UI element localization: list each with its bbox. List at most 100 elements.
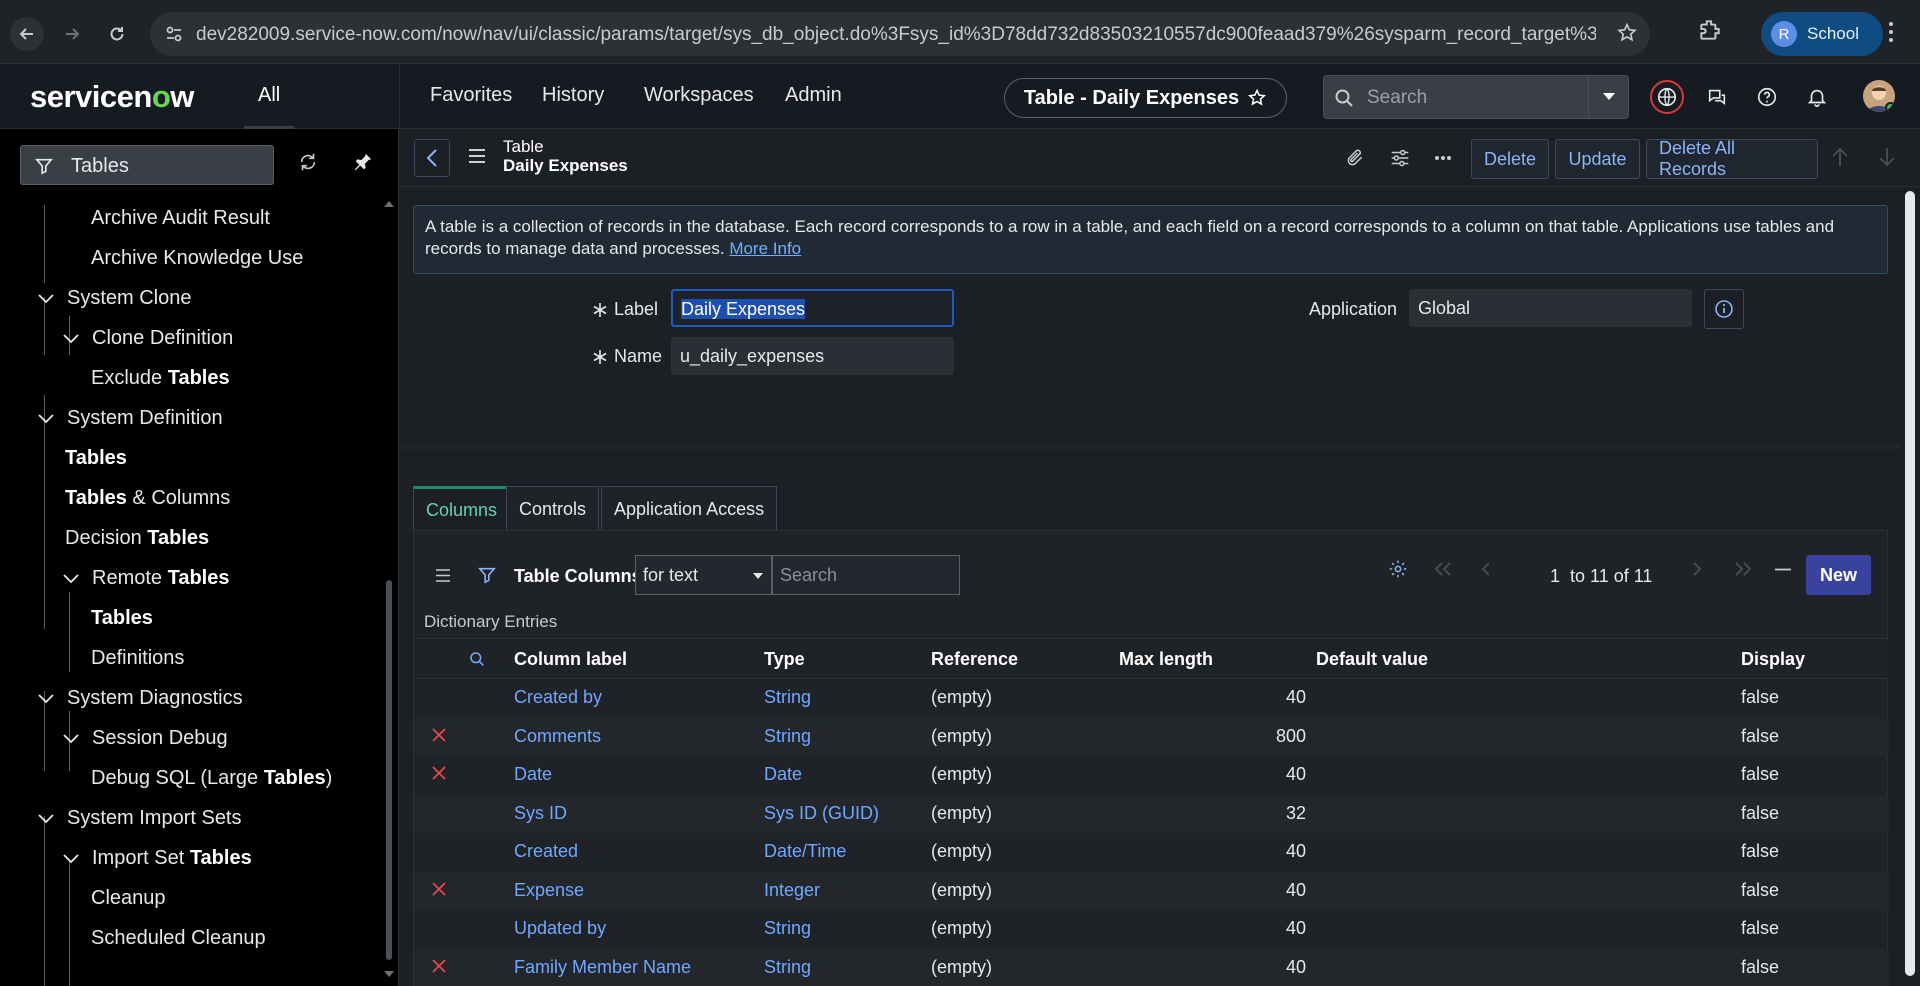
search-field-select[interactable]: for text	[635, 555, 772, 595]
chat-button[interactable]	[1700, 80, 1734, 114]
cell-column-label[interactable]: Comments	[514, 726, 601, 747]
context-title-pill[interactable]: Table - Daily Expenses	[1004, 78, 1287, 118]
main-scrollbar[interactable]	[1900, 187, 1920, 986]
paperclip-icon[interactable]	[1345, 147, 1365, 169]
cell-type[interactable]: String	[764, 726, 811, 747]
nav-item-clone-definition[interactable]: Clone Definition	[92, 327, 233, 350]
nav-item-archive-knowledge-use[interactable]: Archive Knowledge Use	[91, 247, 303, 270]
scope-picker-button[interactable]	[1650, 80, 1684, 114]
nav-item-system-import-sets[interactable]: System Import Sets	[67, 807, 242, 830]
delete-x-icon[interactable]	[432, 958, 446, 973]
cell-column-label[interactable]: Created by	[514, 687, 602, 708]
sidebar-scroll-thumb[interactable]	[386, 580, 392, 960]
sidebar-scrollbar[interactable]	[384, 201, 394, 979]
cell-type[interactable]: String	[764, 957, 811, 978]
delete-x-icon[interactable]	[432, 881, 446, 896]
cell-type[interactable]: String	[764, 687, 811, 708]
update-button[interactable]: Update	[1555, 139, 1640, 179]
chevron-down-icon[interactable]	[63, 334, 79, 344]
tab-application-access[interactable]: Application Access	[601, 486, 778, 531]
cell-type[interactable]: Date	[764, 764, 802, 785]
chevron-down-icon[interactable]	[38, 814, 54, 824]
global-search[interactable]: Search	[1323, 75, 1629, 119]
chevron-down-icon[interactable]	[63, 854, 79, 864]
nav-item-scheduled-cleanup[interactable]: Scheduled Cleanup	[91, 927, 266, 950]
col-header-reference[interactable]: Reference	[931, 649, 1018, 670]
list-filter-icon[interactable]	[478, 566, 496, 584]
delete-x-icon[interactable]	[432, 727, 446, 742]
arrow-down-icon[interactable]	[1878, 147, 1896, 167]
cell-type[interactable]: String	[764, 918, 811, 939]
tab-controls[interactable]: Controls	[506, 486, 600, 531]
label-input[interactable]: Daily Expenses	[671, 289, 954, 327]
tab-columns[interactable]: Columns	[413, 486, 511, 531]
browser-menu-icon[interactable]	[1887, 20, 1895, 44]
main-scroll-thumb[interactable]	[1905, 191, 1915, 976]
user-avatar[interactable]	[1863, 80, 1895, 112]
nav-workspaces[interactable]: Workspaces	[644, 84, 754, 107]
browser-reload-button[interactable]	[100, 17, 134, 51]
servicenow-logo[interactable]: servicenow	[30, 79, 194, 115]
new-button[interactable]: New	[1806, 555, 1871, 595]
cell-column-label[interactable]: Sys ID	[514, 803, 567, 824]
favorite-star-icon[interactable]	[1247, 88, 1267, 108]
cell-column-label[interactable]: Family Member Name	[514, 957, 691, 978]
nav-item-exclude-tables[interactable]: Exclude Tables	[91, 367, 230, 390]
col-header-max-length[interactable]: Max length	[1119, 649, 1213, 670]
delete-all-records-button[interactable]: Delete All Records	[1646, 138, 1818, 179]
cell-type[interactable]: Integer	[764, 880, 820, 901]
application-info-button[interactable]	[1704, 289, 1744, 329]
nav-item-tables-columns[interactable]: Tables & Columns	[65, 487, 230, 510]
list-settings-gear-icon[interactable]	[1388, 559, 1408, 579]
address-bar[interactable]: dev282009.service-now.com/now/nav/ui/cla…	[150, 12, 1650, 56]
col-header-type[interactable]: Type	[764, 649, 805, 670]
nav-item-definitions[interactable]: Definitions	[91, 647, 184, 670]
cell-column-label[interactable]: Updated by	[514, 918, 606, 939]
profile-chip[interactable]: R School	[1761, 12, 1883, 56]
cell-column-label[interactable]: Date	[514, 764, 552, 785]
chevron-down-icon[interactable]	[63, 734, 79, 744]
nav-item-session-debug[interactable]: Session Debug	[92, 727, 228, 750]
column-search-icon[interactable]	[469, 651, 485, 667]
chevron-down-icon[interactable]	[38, 294, 54, 304]
nav-item-system-clone[interactable]: System Clone	[67, 287, 192, 310]
cell-column-label[interactable]: Created	[514, 841, 578, 862]
chevron-down-icon[interactable]	[38, 414, 54, 424]
collapse-icon[interactable]	[1775, 568, 1791, 571]
help-button[interactable]	[1750, 80, 1784, 114]
nav-item-tables[interactable]: Tables	[65, 447, 127, 470]
col-header-display[interactable]: Display	[1741, 649, 1805, 670]
nav-item-import-set-tables[interactable]: Import Set Tables	[92, 847, 252, 870]
delete-button[interactable]: Delete	[1471, 139, 1549, 179]
col-header-label[interactable]: Column label	[514, 649, 627, 670]
cell-type[interactable]: Sys ID (GUID)	[764, 803, 879, 824]
cell-column-label[interactable]: Expense	[514, 880, 584, 901]
last-page-icon[interactable]	[1734, 562, 1752, 576]
bookmark-star-icon[interactable]	[1616, 22, 1638, 44]
nav-item-remote-tables[interactable]: Remote Tables	[92, 567, 229, 590]
list-menu-icon[interactable]	[435, 569, 451, 582]
settings-sliders-icon[interactable]	[1389, 147, 1411, 169]
refresh-icon[interactable]	[297, 151, 319, 173]
notifications-button[interactable]	[1800, 80, 1834, 114]
navigator-filter-input[interactable]: Tables	[20, 145, 274, 185]
nav-item-system-diagnostics[interactable]: System Diagnostics	[67, 687, 243, 710]
nav-item-archive-audit-result[interactable]: Archive Audit Result	[91, 207, 270, 230]
col-header-default-value[interactable]: Default value	[1316, 649, 1428, 670]
list-search-input[interactable]: Search	[772, 555, 960, 595]
browser-back-button[interactable]	[10, 17, 44, 51]
nav-item-remote-tables-tables[interactable]: Tables	[91, 607, 153, 630]
nav-item-cleanup[interactable]: Cleanup	[91, 887, 166, 910]
chevron-down-icon[interactable]	[63, 574, 79, 584]
pager-start[interactable]: 1	[1550, 566, 1560, 586]
arrow-up-icon[interactable]	[1831, 147, 1849, 167]
previous-page-icon[interactable]	[1481, 562, 1491, 576]
chevron-down-icon[interactable]	[38, 694, 54, 704]
cell-type[interactable]: Date/Time	[764, 841, 846, 862]
nav-favorites[interactable]: Favorites	[430, 84, 512, 107]
search-scope-dropdown[interactable]	[1588, 76, 1628, 118]
nav-item-system-definition[interactable]: System Definition	[67, 407, 223, 430]
nav-history[interactable]: History	[542, 84, 604, 107]
nav-admin[interactable]: Admin	[785, 84, 842, 107]
site-info-icon[interactable]	[164, 24, 184, 44]
